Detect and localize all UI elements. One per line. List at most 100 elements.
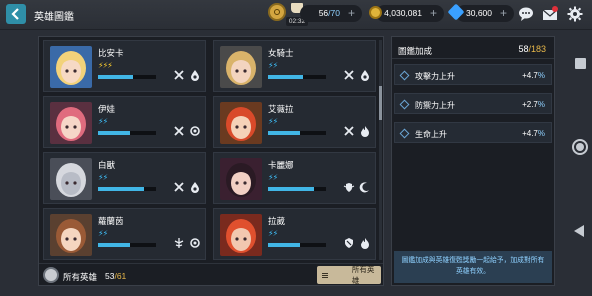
stamina-counter: 56/70 + bbox=[300, 5, 362, 22]
hero-card[interactable]: 卡麗娜 ⚡⚡ bbox=[213, 152, 376, 204]
moon-icon bbox=[359, 181, 371, 193]
coin-icon bbox=[369, 6, 382, 19]
water-drop-icon bbox=[359, 69, 371, 81]
water-drop-icon bbox=[189, 181, 201, 193]
hero-card[interactable]: 拉葳 ⚡⚡ bbox=[213, 208, 376, 260]
filter-button[interactable]: 所有英雄 bbox=[317, 265, 381, 285]
stamina-icon bbox=[268, 3, 286, 21]
chat-icon[interactable] bbox=[518, 6, 534, 22]
hero-stars: ⚡⚡ bbox=[268, 117, 278, 126]
crossed-swords-icon bbox=[173, 69, 185, 81]
stamina-max: /70 bbox=[328, 8, 340, 18]
hero-name: 卡麗娜 bbox=[268, 160, 294, 170]
diamond-icon bbox=[399, 99, 410, 110]
hero-stars: ⚡⚡ bbox=[268, 61, 278, 70]
diamond-icon bbox=[399, 70, 410, 81]
nav-recent-button[interactable] bbox=[575, 58, 586, 69]
mail-icon[interactable] bbox=[542, 6, 558, 22]
chevron-left-icon bbox=[11, 8, 19, 20]
hero-progress-bar bbox=[268, 75, 326, 79]
hero-card[interactable]: 伊娃 ⚡⚡ bbox=[43, 96, 206, 148]
stamina-value: 56 bbox=[318, 8, 329, 18]
hero-name: 蘿蘭茵 bbox=[98, 216, 124, 226]
hero-progress-bar bbox=[98, 243, 156, 247]
hero-progress-bar bbox=[268, 187, 326, 191]
scroll-thumb[interactable] bbox=[379, 86, 382, 120]
hero-stars: ⚡⚡⚡ bbox=[98, 61, 113, 70]
collection-count: 58/183 bbox=[518, 44, 546, 54]
gem-value: 30,600 bbox=[466, 8, 492, 18]
hero-card[interactable]: 女騎士 ⚡⚡ bbox=[213, 40, 376, 92]
nav-home-button[interactable] bbox=[572, 139, 588, 155]
hero-name: 白獸 bbox=[98, 160, 116, 170]
hero-progress-bar bbox=[268, 131, 326, 135]
hero-progress-bar bbox=[98, 75, 156, 79]
filter-label: 所有英雄 bbox=[351, 265, 375, 285]
collection-count-max: /183 bbox=[528, 44, 546, 54]
hero-count-max: /61 bbox=[114, 271, 127, 281]
hero-card[interactable]: 白獸 ⚡⚡ bbox=[43, 152, 206, 204]
hero-stars: ⚡⚡ bbox=[98, 117, 108, 126]
gem-counter: 30,600 + bbox=[456, 5, 514, 22]
nav-back-button[interactable] bbox=[574, 225, 584, 237]
page-title: 英雄圖鑑 bbox=[34, 12, 74, 23]
hero-name: 女騎士 bbox=[268, 48, 294, 58]
coin-value: 4,030,081 bbox=[384, 8, 422, 18]
crossed-swords-icon bbox=[173, 181, 185, 193]
hero-name: 艾薇拉 bbox=[268, 104, 294, 114]
stat-value: +2.7% bbox=[522, 100, 545, 109]
collection-bonus-panel: 圖鑑加成 58/183 攻擊力上升 +4.7% 防禦力上升 +2.7% 生命上升 +4.7… bbox=[391, 36, 555, 286]
hero-card[interactable]: 比安卡 ⚡⚡⚡ bbox=[43, 40, 206, 92]
fire-icon bbox=[359, 237, 371, 249]
stat-label: 攻擊力上升 bbox=[415, 72, 455, 81]
stat-row: 防禦力上升 +2.7% bbox=[394, 93, 552, 114]
hero-portrait bbox=[220, 214, 262, 256]
hero-name: 比安卡 bbox=[98, 48, 124, 58]
add-gems-button[interactable]: + bbox=[500, 6, 507, 20]
hero-progress-bar bbox=[98, 131, 156, 135]
collection-header: 圖鑑加成 58/183 bbox=[392, 37, 554, 59]
collection-title: 圖鑑加成 bbox=[398, 46, 433, 56]
hero-card[interactable]: 蘿蘭茵 ⚡⚡ bbox=[43, 208, 206, 260]
coin-counter: 4,030,081 + bbox=[376, 5, 444, 22]
diamond-icon bbox=[399, 128, 410, 139]
collection-count-value: 58 bbox=[518, 44, 529, 54]
hero-stars: ⚡⚡ bbox=[98, 173, 108, 182]
fire-icon bbox=[359, 125, 371, 137]
back-button[interactable] bbox=[6, 4, 26, 24]
gear-icon[interactable] bbox=[567, 6, 583, 22]
add-coins-button[interactable]: + bbox=[430, 6, 437, 20]
hero-portrait bbox=[220, 158, 262, 200]
water-drop-icon bbox=[189, 69, 201, 81]
crossed-swords-icon bbox=[173, 125, 185, 137]
stat-value: +4.7% bbox=[522, 71, 545, 80]
hero-progress-bar bbox=[98, 187, 156, 191]
hero-stars: ⚡⚡ bbox=[268, 229, 278, 238]
gear-element-icon bbox=[189, 237, 201, 249]
hero-portrait bbox=[50, 214, 92, 256]
stat-label: 防禦力上升 bbox=[415, 101, 455, 110]
add-stamina-button[interactable]: + bbox=[348, 6, 355, 20]
collection-note: 圖鑑加成與英雄復甦獎勵一起給予，加成對所有英雄有效。 bbox=[394, 251, 552, 283]
crossed-swords-icon bbox=[343, 125, 355, 137]
hero-portrait bbox=[50, 102, 92, 144]
stat-row: 攻擊力上升 +4.7% bbox=[394, 64, 552, 85]
hero-portrait bbox=[220, 46, 262, 88]
hero-card[interactable]: 艾薇拉 ⚡⚡ bbox=[213, 96, 376, 148]
top-bar: 英雄圖鑑 02:32 56/70 + 4,030,081 + 30,600 + bbox=[0, 0, 592, 30]
gear-element-icon bbox=[189, 125, 201, 137]
wing-staff-icon bbox=[173, 237, 185, 249]
hero-list-panel: 比安卡 ⚡⚡⚡ 女騎士 ⚡⚡ 伊娃 ⚡⚡ 艾薇拉 ⚡⚡ 白獸 ⚡⚡ 卡麗娜 ⚡⚡ 蘿蘭茵 ⚡⚡ 拉葳 ⚡⚡ 所… bbox=[38, 36, 384, 286]
hero-portrait bbox=[50, 46, 92, 88]
crossed-swords-icon bbox=[343, 69, 355, 81]
hero-list-footer: 所有英雄 53/61 所有英雄 bbox=[39, 263, 383, 286]
hero-list-scrollbar[interactable] bbox=[379, 40, 382, 260]
hero-progress-bar bbox=[268, 243, 326, 247]
all-heroes-label: 所有英雄 bbox=[63, 272, 98, 282]
hero-stars: ⚡⚡ bbox=[268, 173, 278, 182]
stat-row: 生命上升 +4.7% bbox=[394, 122, 552, 143]
shield-icon bbox=[343, 237, 355, 249]
stat-value: +4.7% bbox=[522, 129, 545, 138]
all-heroes-icon bbox=[43, 267, 59, 283]
hero-grid: 比安卡 ⚡⚡⚡ 女騎士 ⚡⚡ 伊娃 ⚡⚡ 艾薇拉 ⚡⚡ 白獸 ⚡⚡ 卡麗娜 ⚡⚡ 蘿蘭茵 ⚡⚡ 拉葳 ⚡⚡ bbox=[43, 40, 377, 260]
